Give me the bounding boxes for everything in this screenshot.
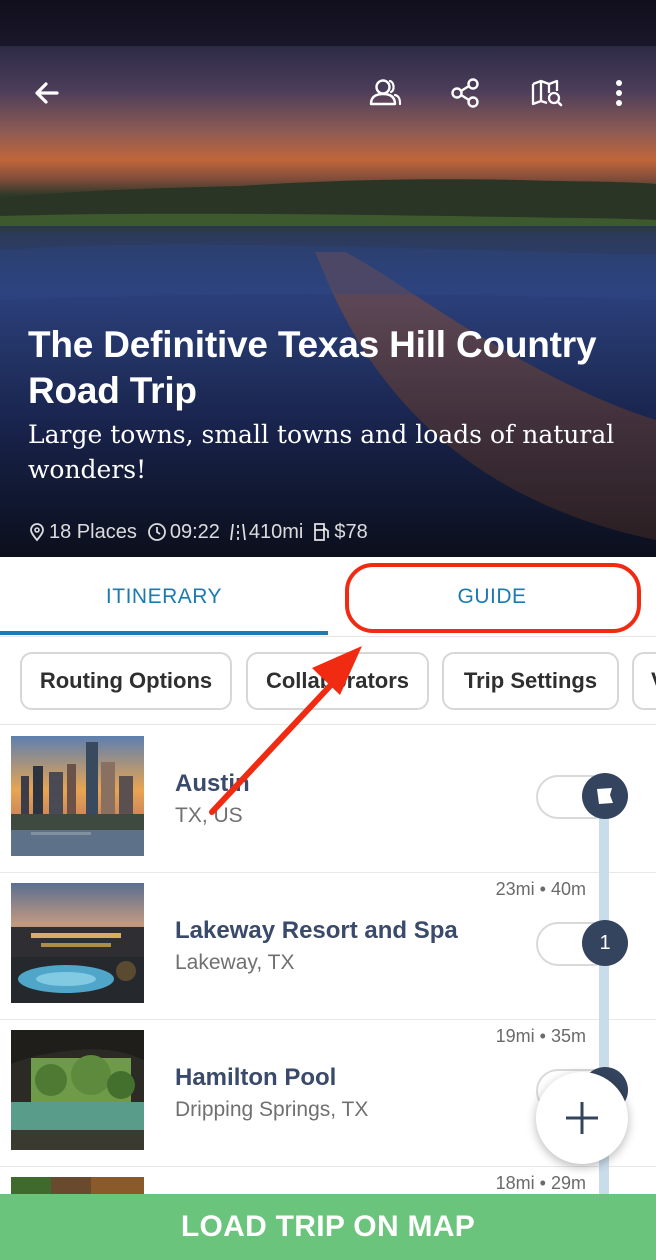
places-count: 18 Places (49, 520, 137, 543)
lakeway-photo (11, 883, 144, 1003)
stop-thumbnail (11, 736, 144, 856)
map-search-button[interactable] (524, 70, 570, 116)
stop-distance: 18mi • 29m (495, 1173, 586, 1193)
fuel-icon (314, 523, 330, 541)
back-button[interactable] (24, 70, 70, 116)
stop-name: Lakeway Resort and Spa (175, 917, 458, 944)
active-tab-indicator (0, 631, 328, 635)
more-button[interactable] (596, 70, 642, 116)
share-icon (451, 78, 479, 108)
top-toolbar (0, 70, 656, 120)
map-search-icon (531, 79, 563, 107)
collaborators-button[interactable] (362, 70, 408, 116)
cost-value: $78 (334, 520, 368, 543)
add-stop-button[interactable] (536, 1072, 628, 1164)
chip-routing-options[interactable]: Routing Options (20, 652, 232, 710)
trip-stats: 18 Places 09:22 410mi $78 (28, 517, 378, 547)
trip-screen: The Definitive Texas Hill Country Road T… (0, 0, 656, 1260)
more-vertical-icon (616, 80, 622, 106)
austin-photo (11, 736, 144, 856)
trip-subtitle: Large towns, small towns and loads of na… (28, 420, 615, 484)
arrow-left-icon (35, 82, 59, 104)
chip-more[interactable]: V (632, 652, 656, 710)
stop-location: TX, US (175, 804, 243, 827)
flag-icon (597, 788, 613, 804)
option-chips: Routing Options Collaborators Trip Setti… (0, 637, 656, 725)
stop-name: Austin (175, 770, 250, 797)
hamilton-pool-photo (11, 1030, 144, 1150)
people-icon (369, 79, 402, 106)
tab-itinerary[interactable]: ITINERARY (0, 557, 328, 637)
stop-row[interactable]: 23mi • 40m Lakeway Resort and Spa Lakewa… (0, 873, 656, 1020)
stop-name: Hamilton Pool (175, 1064, 337, 1091)
trip-title: The Definitive Texas Hill Country Road T… (28, 324, 597, 411)
plus-icon (566, 1102, 598, 1134)
distance-stat: 410mi (230, 521, 303, 544)
stop-distance: 19mi • 35m (495, 1026, 586, 1046)
stop-marker-1: 1 (582, 920, 628, 966)
stop-location: Lakeway, TX (175, 951, 295, 974)
chip-trip-settings[interactable]: Trip Settings (442, 652, 619, 710)
share-button[interactable] (442, 70, 488, 116)
duration-stat: 09:22 (147, 521, 220, 544)
cost-stat: $78 (313, 520, 368, 544)
stop-row[interactable]: 18mi • 29m (0, 1167, 656, 1196)
road-icon (230, 523, 246, 541)
stop-distance: 23mi • 40m (495, 879, 586, 899)
stop-thumbnail (11, 1030, 144, 1150)
places-stat: 18 Places (28, 521, 137, 544)
stop-row[interactable]: Austin TX, US (0, 726, 656, 873)
location-pin-icon (30, 523, 44, 542)
duration-value: 09:22 (169, 520, 220, 543)
start-marker (582, 773, 628, 819)
stop-location: Dripping Springs, TX (175, 1098, 369, 1121)
distance-value: 410mi (248, 520, 304, 543)
guide-highlight-annotation (345, 563, 641, 633)
clock-icon (147, 523, 166, 541)
chip-collaborators[interactable]: Collaborators (246, 652, 429, 710)
load-trip-on-map-button[interactable]: LOAD TRIP ON MAP (0, 1194, 656, 1260)
stop-thumbnail (11, 883, 144, 1003)
